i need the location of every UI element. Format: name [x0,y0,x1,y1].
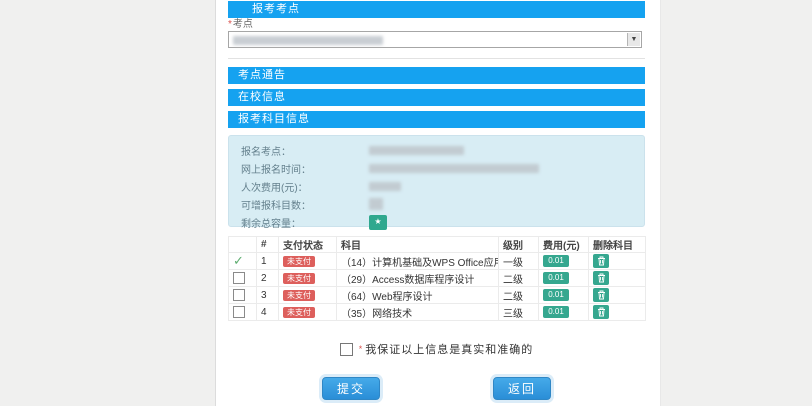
section-header-label: 在校信息 [238,91,286,103]
confirm-checkbox[interactable] [340,343,353,356]
redacted-value [369,164,539,173]
header-delete: 删除科目 [589,237,646,253]
divider [228,58,645,59]
info-row-extra-subjects: 可增报科目数： [241,195,644,213]
subjects-table: # 支付状态 科目 级别 费用(元) 删除科目 ✓ 1 未支付 （14）计算机基… [228,236,646,321]
submit-button[interactable]: 提交 [322,377,380,400]
view-capacity-button[interactable]: ★ [369,215,387,230]
delete-subject-button[interactable] [593,305,609,319]
info-label: 可增报科目数： [241,197,369,212]
subject-name: （29）Access数据库程序设计 [337,270,499,287]
redacted-value [369,182,401,191]
section-header-label: 报考科目信息 [238,113,310,125]
trash-icon [597,290,606,300]
info-row-site-name: 报名考点： [241,141,644,159]
fee-badge: 0.01 [543,272,569,284]
row-index: 1 [257,253,279,270]
redacted-selected-value [233,36,383,45]
redacted-value [369,198,383,210]
header-payment-status: 支付状态 [279,237,337,253]
subjects-table-body: ✓ 1 未支付 （14）计算机基础及WPS Office应用 一级 0.01 2… [229,253,646,321]
confirmation-text: 我保证以上信息是真实和准确的 [365,341,533,357]
level-value: 二级 [499,287,539,304]
info-label: 人次费用(元)： [241,179,369,194]
section-header-exam-site: 报考考点 [228,1,645,18]
header-fee: 费用(元) [539,237,589,253]
required-asterisk: * [228,19,232,30]
table-row: 4 未支付 （35）网络技术 三级 0.01 [229,304,646,321]
confirmation-row: * 我保证以上信息是真实和准确的 [228,341,645,357]
subject-name: （14）计算机基础及WPS Office应用 [337,253,499,270]
status-badge: 未支付 [283,290,315,301]
trash-icon [597,273,606,283]
header-select-column [229,237,257,253]
info-row-fee: 人次费用(元)： [241,177,644,195]
row-checkbox[interactable] [233,306,245,318]
table-header-row: # 支付状态 科目 级别 费用(元) 删除科目 [229,237,646,253]
info-label: 剩余总容量： [241,215,369,230]
fee-badge: 0.01 [543,289,569,301]
section-header-label: 考点通告 [238,69,286,81]
row-index: 4 [257,304,279,321]
back-button[interactable]: 返回 [493,377,551,400]
action-buttons-row: 提交 返回 [228,377,645,400]
redacted-value [369,146,464,155]
header-level: 级别 [499,237,539,253]
status-badge: 未支付 [283,273,315,284]
info-label: 网上报名时间： [241,161,369,176]
section-header-announcement[interactable]: 考点通告 [228,67,645,84]
star-icon: ★ [374,217,381,226]
status-badge: 未支付 [283,307,315,318]
subject-name: （35）网络技术 [337,304,499,321]
row-index: 2 [257,270,279,287]
info-row-registration-time: 网上报名时间： [241,159,644,177]
subject-name: （64）Web程序设计 [337,287,499,304]
header-subject: 科目 [337,237,499,253]
table-row: 3 未支付 （64）Web程序设计 二级 0.01 [229,287,646,304]
trash-icon [597,256,606,266]
row-checkbox[interactable] [233,289,245,301]
section-header-label: 报考考点 [252,3,300,15]
section-header-subject-info[interactable]: 报考科目信息 [228,111,645,128]
status-badge: 未支付 [283,256,315,267]
page-content-column: 报考考点 *考点 ▼ 考点通告 在校信息 报考科目信息 报名考点： 网上报名时间… [215,0,661,406]
dropdown-arrow-icon[interactable]: ▼ [627,33,640,46]
level-value: 一级 [499,253,539,270]
info-row-remaining-capacity: 剩余总容量： ★ [241,213,644,231]
table-row: ✓ 1 未支付 （14）计算机基础及WPS Office应用 一级 0.01 [229,253,646,270]
header-index: # [257,237,279,253]
section-header-school-info[interactable]: 在校信息 [228,89,645,106]
row-checkbox[interactable] [233,272,245,284]
delete-subject-button[interactable] [593,288,609,302]
row-index: 3 [257,287,279,304]
delete-subject-button[interactable] [593,254,609,268]
level-value: 二级 [499,270,539,287]
info-label: 报名考点： [241,143,369,158]
delete-subject-button[interactable] [593,271,609,285]
exam-site-select[interactable]: ▼ [228,31,642,48]
fee-badge: 0.01 [543,255,569,267]
level-value: 三级 [499,304,539,321]
table-row: 2 未支付 （29）Access数据库程序设计 二级 0.01 [229,270,646,287]
exam-site-field-label: *考点 [228,20,645,30]
fee-badge: 0.01 [543,306,569,318]
trash-icon [597,307,606,317]
exam-site-info-panel: 报名考点： 网上报名时间： 人次费用(元)： 可增报科目数： 剩余总容量： ★ [228,135,645,227]
selected-check-icon: ✓ [233,253,244,268]
required-asterisk: * [359,344,363,354]
